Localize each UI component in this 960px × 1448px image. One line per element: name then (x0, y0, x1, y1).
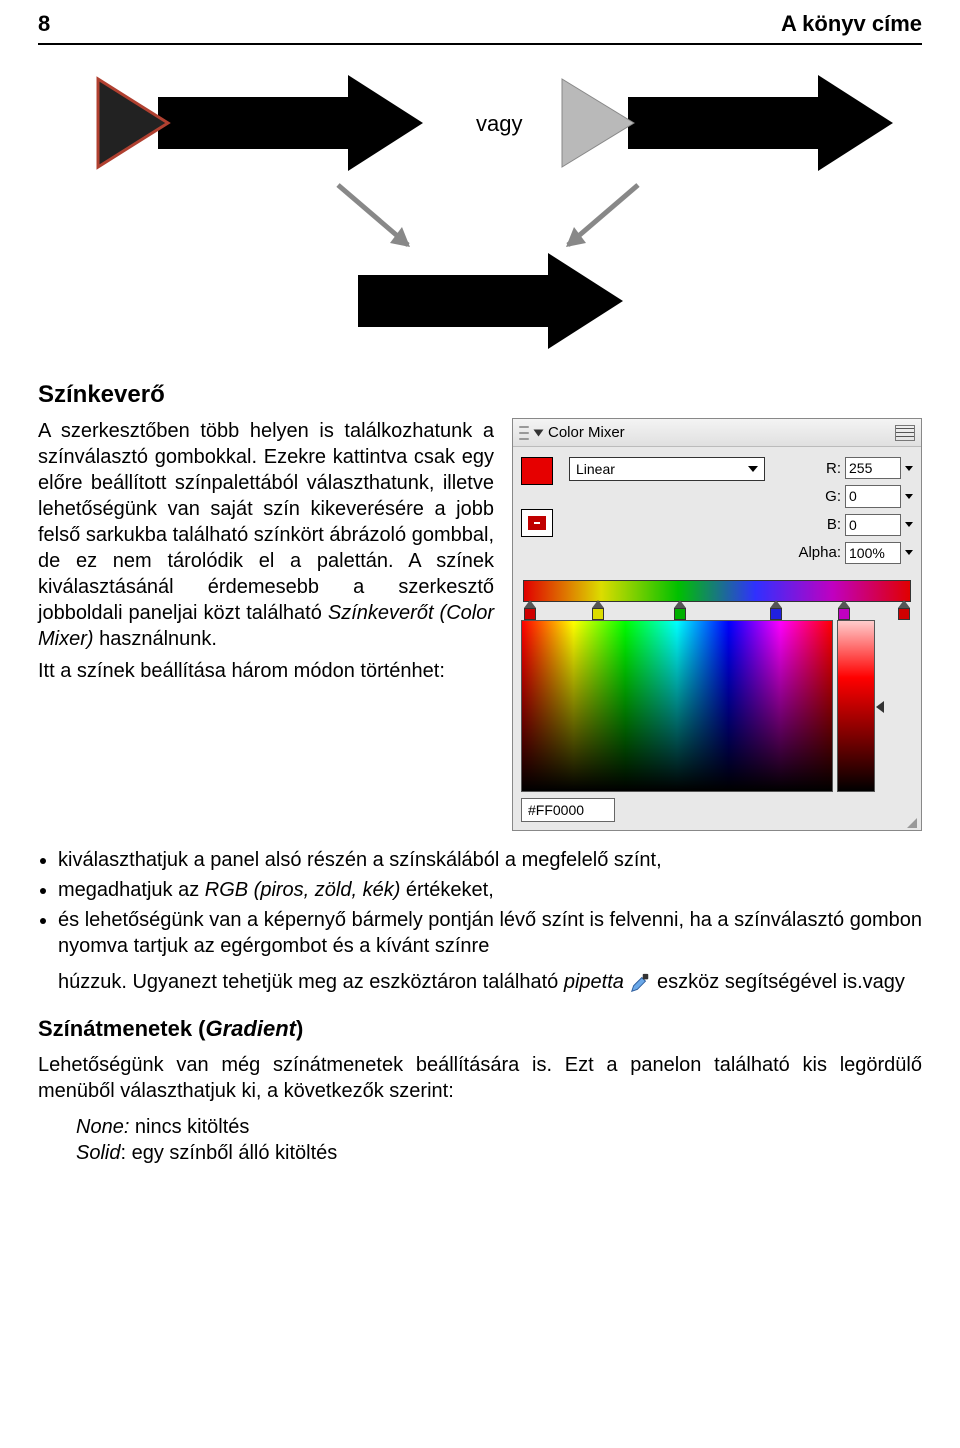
list-item: és lehetőségünk van a képernyő bármely p… (58, 907, 922, 995)
list-item: megadhatjuk az RGB (piros, zöld, kék) ér… (58, 877, 922, 903)
collapse-triangle-icon[interactable] (534, 429, 544, 436)
gradient-stop[interactable] (769, 600, 783, 620)
r-label: R: (791, 459, 841, 479)
color-mixer-panel: Color Mixer Linear R:255 G:0 (512, 418, 922, 831)
fill-color-swatch[interactable] (521, 457, 553, 485)
g-input[interactable]: 0 (845, 485, 901, 507)
resize-grip-icon[interactable] (907, 818, 917, 828)
methods-list: kiválaszthatjuk a panel alsó részén a sz… (58, 847, 922, 995)
gradient-type-dropdown[interactable]: Linear (569, 457, 765, 481)
section-heading-gradient: Színátmenetek (Gradient) (38, 1015, 922, 1044)
mixer-paragraph: A szerkesztőben több helyen is találkozh… (38, 418, 494, 831)
section-heading-mixer: Színkeverő (38, 379, 922, 410)
page-number: 8 (38, 10, 50, 39)
value-slider[interactable] (837, 620, 875, 792)
alpha-input[interactable]: 100% (845, 542, 901, 564)
eyedropper-icon (629, 972, 651, 994)
chevron-down-icon (748, 466, 758, 472)
chevron-down-icon[interactable] (905, 494, 913, 499)
gradient-stop[interactable] (673, 600, 687, 620)
arrow-diagram: vagy (38, 55, 918, 365)
gradient-stop[interactable] (591, 600, 605, 620)
diagram-label: vagy (476, 111, 522, 136)
gradient-definitions: None: nincs kitöltés Solid: egy színből … (76, 1114, 922, 1166)
list-item: kiválaszthatjuk a panel alsó részén a sz… (58, 847, 922, 873)
g-label: G: (791, 487, 841, 507)
page-title: A könyv címe (781, 10, 922, 39)
b-input[interactable]: 0 (845, 514, 901, 536)
panel-menu-icon[interactable] (895, 425, 915, 441)
panel-grip-icon (519, 426, 529, 440)
panel-titlebar[interactable]: Color Mixer (513, 419, 921, 448)
chevron-down-icon[interactable] (905, 466, 913, 471)
gradient-stop[interactable] (897, 600, 911, 620)
slider-thumb-icon[interactable] (876, 701, 884, 713)
gradient-stop[interactable] (523, 600, 537, 620)
r-input[interactable]: 255 (845, 457, 901, 479)
chevron-down-icon[interactable] (905, 522, 913, 527)
b-label: B: (791, 515, 841, 535)
color-spectrum[interactable] (521, 620, 833, 792)
hex-input[interactable]: #FF0000 (521, 798, 615, 822)
alpha-label: Alpha: (791, 543, 841, 563)
chevron-down-icon[interactable] (905, 550, 913, 555)
gradient-paragraph: Lehetőségünk van még színátmenetek beáll… (38, 1052, 922, 1104)
stroke-color-swatch[interactable] (521, 509, 553, 537)
panel-title: Color Mixer (548, 423, 625, 443)
gradient-ramp[interactable] (523, 580, 911, 618)
gradient-stop[interactable] (837, 600, 851, 620)
page-header: 8 A könyv címe (38, 10, 922, 45)
